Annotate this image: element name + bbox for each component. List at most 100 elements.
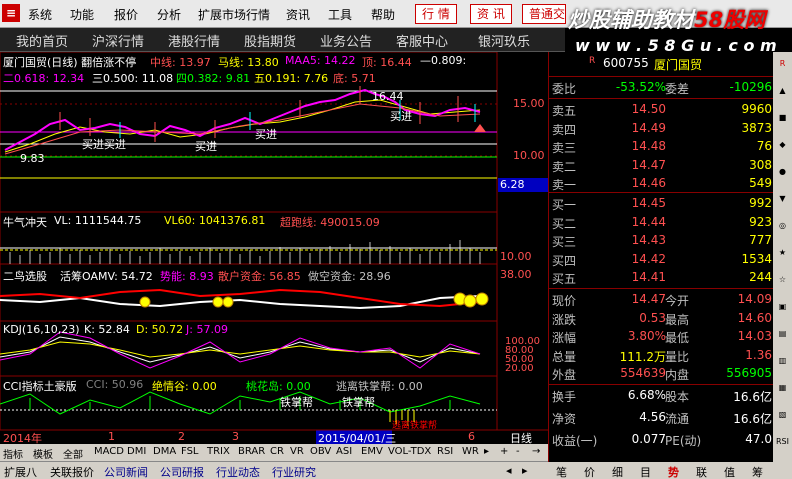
ind-add[interactable]: + — [500, 446, 508, 457]
rtool-button-13[interactable]: ▧ — [775, 407, 790, 423]
rtool-button-1[interactable]: ▲ — [775, 83, 790, 99]
cci-annot-0: 铁掌帮 — [280, 396, 313, 409]
qtab-2[interactable]: 细 — [612, 464, 623, 479]
stat2-row-1[interactable]: 净资 4.56 流通 16.6亿 — [549, 410, 774, 428]
rtool-button-11[interactable]: ▥ — [775, 353, 790, 369]
ind-arrow[interactable]: → — [532, 446, 540, 457]
rtool-button-4[interactable]: ● — [775, 164, 790, 180]
qtab-1[interactable]: 价 — [584, 464, 595, 479]
time-tick-3: 3 — [232, 430, 239, 443]
ask-row-1-label: 卖四 — [552, 122, 577, 137]
ind-tab-1[interactable]: 模板 — [33, 446, 53, 461]
ask-row-1[interactable]: 卖四 14.49 3873 — [549, 121, 774, 139]
ind-tab-13[interactable]: EMV — [361, 446, 383, 457]
menu-ext-market[interactable]: 扩展市场行情 — [198, 6, 270, 23]
ind-tab-2[interactable]: 全部 — [63, 446, 83, 461]
rtool-button-2[interactable]: ■ — [775, 110, 790, 126]
menu-analysis[interactable]: 分析 — [157, 6, 181, 23]
stat1-row-1[interactable]: 涨跌 0.53 最高 14.60 — [549, 311, 774, 329]
ind-tab-3[interactable]: MACD — [94, 446, 124, 457]
qtab-5[interactable]: 联 — [696, 464, 707, 479]
ind-tab-0[interactable]: 指标 — [3, 446, 23, 461]
stat2-row-1-label2: 流通 — [665, 412, 690, 426]
ind-scroll-right[interactable]: ▸ — [484, 446, 489, 457]
bid-row-4[interactable]: 买五 14.41 244 — [549, 270, 774, 288]
ind-tab-15[interactable]: RSI — [437, 446, 453, 457]
bid-row-0[interactable]: 买一 14.45 992 — [549, 196, 774, 214]
nav-service[interactable]: 客服中心 — [396, 31, 448, 50]
qtab-3[interactable]: 目 — [640, 464, 651, 479]
stat1-row-2[interactable]: 涨幅 3.80% 最低 14.03 — [549, 329, 774, 347]
stat1-row-0[interactable]: 现价 14.47 今开 14.09 — [549, 292, 774, 310]
stat1-row-2-value: 3.80% — [627, 329, 666, 343]
stat1-row-4[interactable]: 外盘 554639 内盘 556905 — [549, 366, 774, 384]
nav-home[interactable]: 我的首页 — [16, 31, 68, 50]
news-button[interactable]: 资 讯 — [470, 4, 512, 24]
rtool-button-12[interactable]: ▦ — [775, 380, 790, 396]
ind-tab-14[interactable]: VOL-TDX — [388, 446, 431, 457]
rtool-button-3[interactable]: ◆ — [775, 137, 790, 153]
ind-tab-6[interactable]: FSL — [181, 446, 199, 457]
info-tab-2[interactable]: 公司新闻 — [104, 464, 148, 479]
ask-row-2[interactable]: 卖三 14.48 76 — [549, 139, 774, 157]
menu-help[interactable]: 帮助 — [371, 6, 395, 23]
nav-announcements[interactable]: 业务公告 — [320, 31, 372, 50]
qtab-0[interactable]: 笔 — [556, 464, 567, 479]
stat2-row-0[interactable]: 换手 6.68% 股本 16.6亿 — [549, 388, 774, 406]
info-tab-0[interactable]: 扩展八 — [4, 464, 37, 479]
ind-tab-10[interactable]: VR — [290, 446, 304, 457]
trade-button[interactable]: 普通交易 — [522, 4, 566, 24]
stat1-row-3[interactable]: 总量 111.2万 量比 1.36 — [549, 348, 774, 366]
r-marker: R — [589, 56, 596, 66]
rtool-button-7[interactable]: ★ — [775, 245, 790, 261]
stat1-row-1-label2: 最高 — [665, 312, 690, 327]
watermark: 炒股辅助教材58股网 — [568, 4, 765, 34]
ind-tab-5[interactable]: DMA — [153, 446, 176, 457]
ind-tab-16[interactable]: WR — [462, 446, 479, 457]
bid-row-1[interactable]: 买二 14.44 923 — [549, 215, 774, 233]
rtool-button-14[interactable]: RSI — [775, 434, 790, 450]
qtab-4[interactable]: 势 — [668, 464, 679, 479]
rtool-button-5[interactable]: ▼ — [775, 191, 790, 207]
ind-remove[interactable]: - — [516, 446, 520, 457]
info-prev[interactable]: ◂ — [506, 464, 512, 477]
ind-tab-12[interactable]: ASI — [336, 446, 352, 457]
bid-row-3[interactable]: 买四 14.42 1534 — [549, 252, 774, 270]
qtab-7[interactable]: 筹 — [752, 464, 763, 479]
ind-tab-7[interactable]: TRIX — [207, 446, 230, 457]
ask-row-0[interactable]: 卖五 14.50 9960 — [549, 102, 774, 120]
bid-row-2[interactable]: 买三 14.43 777 — [549, 233, 774, 251]
ask-row-3[interactable]: 卖二 14.47 308 — [549, 158, 774, 176]
ind-tab-4[interactable]: DMI — [127, 446, 146, 457]
menu-system[interactable]: 系统 — [28, 6, 52, 23]
info-next[interactable]: ▸ — [522, 464, 528, 477]
rtool-button-10[interactable]: ▤ — [775, 326, 790, 342]
info-tab-3[interactable]: 公司研报 — [160, 464, 204, 479]
ask-row-2-label: 卖三 — [552, 141, 577, 155]
nav-sh-sz[interactable]: 沪深行情 — [92, 31, 144, 50]
info-tab-4[interactable]: 行业动态 — [216, 464, 260, 479]
stat2-row-2[interactable]: 收益(一) 0.077 PE(动) 47.0 — [549, 432, 774, 450]
ind-tab-11[interactable]: OBV — [310, 446, 331, 457]
ind-tab-9[interactable]: CR — [270, 446, 284, 457]
menu-function[interactable]: 功能 — [70, 6, 94, 23]
bird-line-red — [0, 288, 481, 308]
rtool-button-9[interactable]: ▣ — [775, 299, 790, 315]
rtool-button-0[interactable]: R — [775, 56, 790, 72]
menu-tools[interactable]: 工具 — [328, 6, 352, 23]
info-tab-5[interactable]: 行业研究 — [272, 464, 316, 479]
rtool-button-6[interactable]: ◎ — [775, 218, 790, 234]
rtool-button-8[interactable]: ☆ — [775, 272, 790, 288]
quote-button[interactable]: 行 情 — [415, 4, 457, 24]
qtab-6[interactable]: 值 — [724, 464, 735, 479]
chart-area[interactable]: 厦门国贸(日线) 翻倍涨不停 中线: 13.97 马线: 13.80 MAA5:… — [0, 52, 548, 445]
nav-yinhe[interactable]: 银河玖乐 — [478, 31, 530, 50]
menu-news[interactable]: 资讯 — [286, 6, 310, 23]
info-tab-1[interactable]: 关联报价 — [50, 464, 94, 479]
menu-quote[interactable]: 报价 — [114, 6, 138, 23]
kdj-j-line — [0, 331, 481, 369]
vol-special: 超跑线: 490015.09 — [280, 216, 380, 229]
ind-tab-8[interactable]: BRAR — [238, 446, 265, 457]
nav-futures[interactable]: 股指期货 — [244, 31, 296, 50]
nav-hk[interactable]: 港股行情 — [168, 31, 220, 50]
